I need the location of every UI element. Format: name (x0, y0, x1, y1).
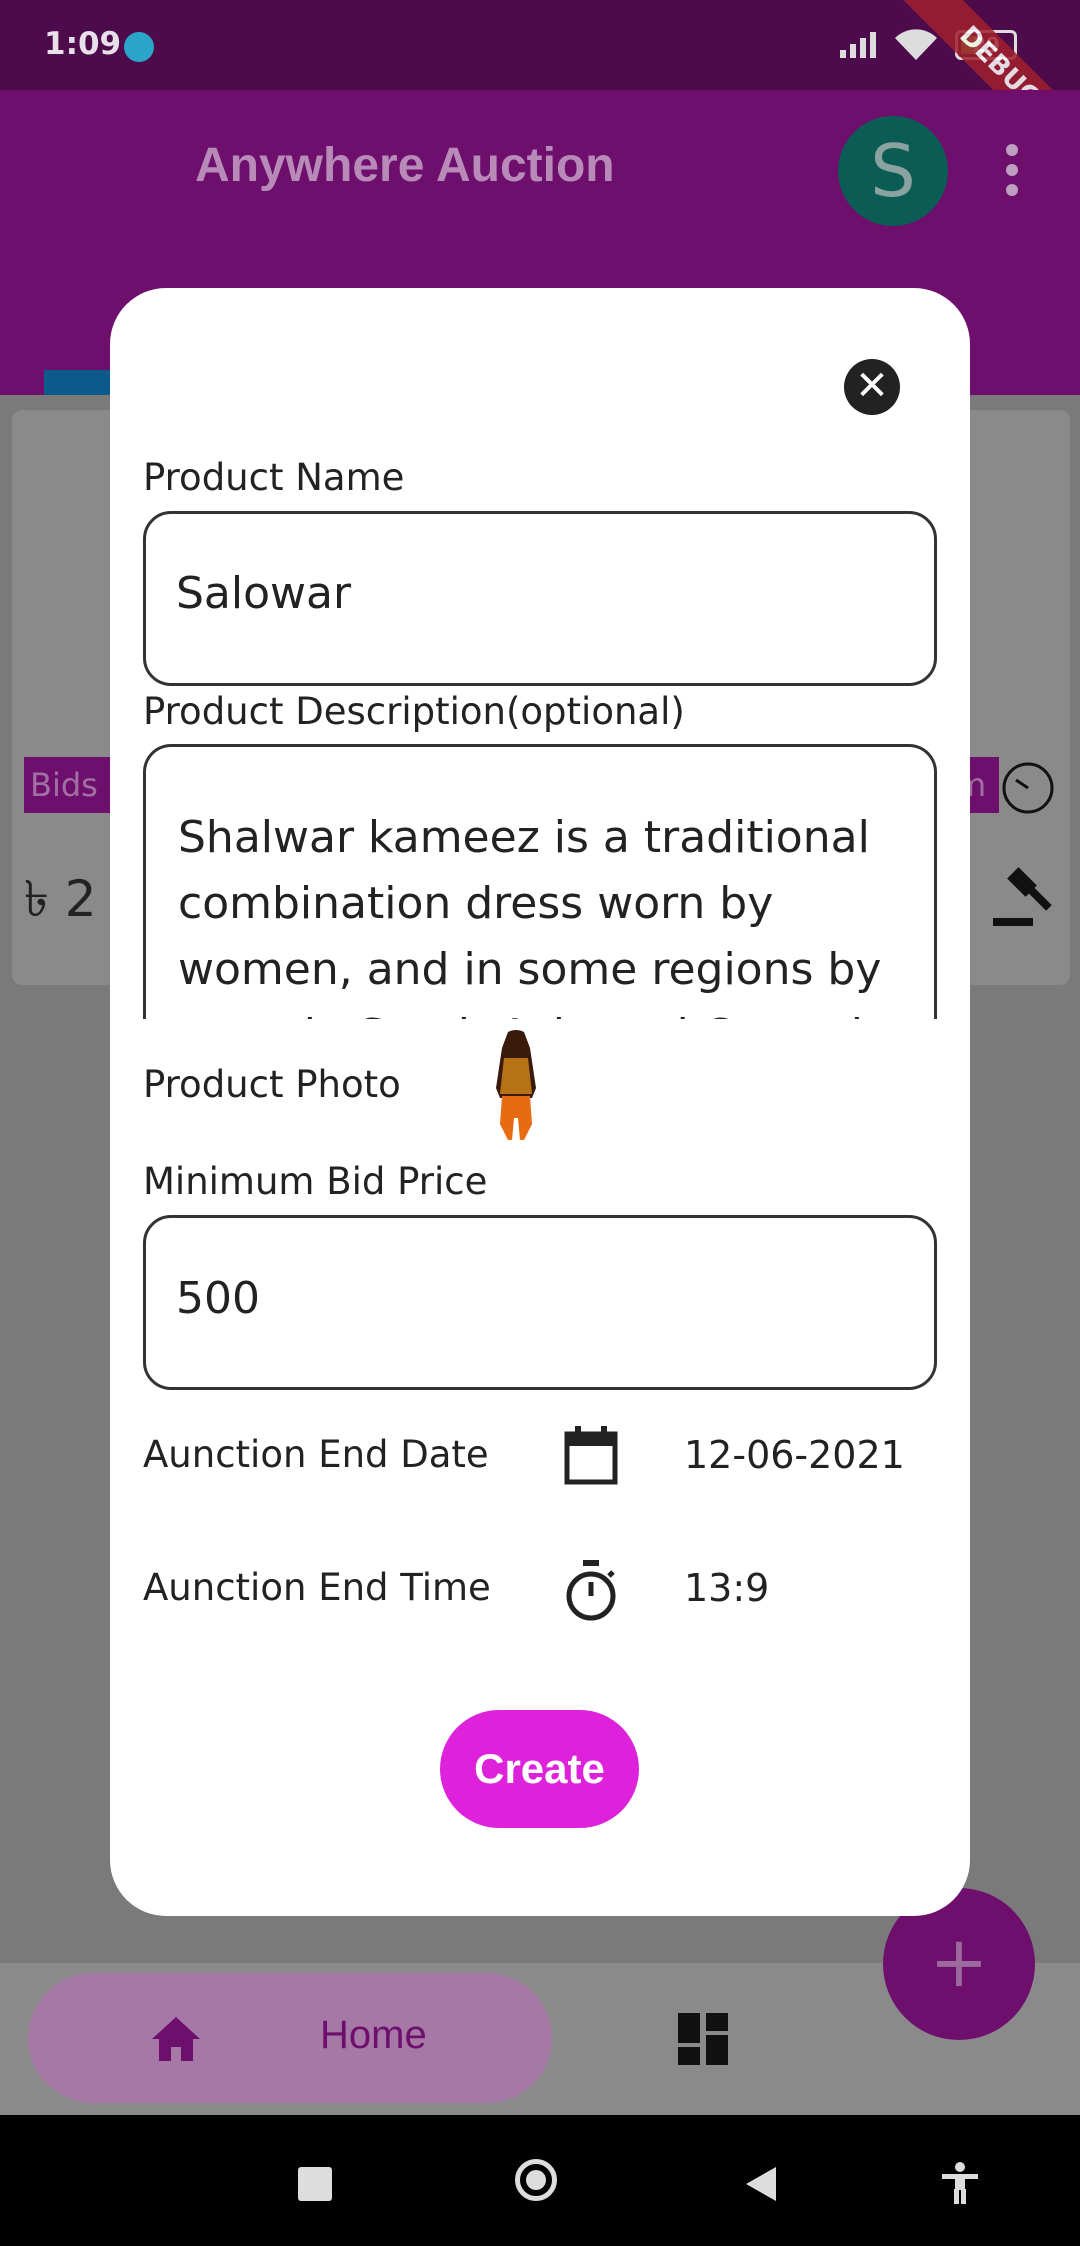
signal-icon (840, 32, 876, 58)
product-description-value: Shalwar kameez is a traditional combinat… (178, 812, 882, 1019)
home-icon (152, 2017, 200, 2061)
product-name-label: Product Name (143, 456, 405, 499)
end-date-label: Aunction End Date (143, 1433, 489, 1476)
accessibility-icon[interactable] (940, 2161, 980, 2205)
gavel-icon[interactable] (985, 860, 1057, 932)
product-photo[interactable] (486, 1028, 546, 1148)
wifi-icon (895, 29, 937, 60)
status-time: 1:09 (44, 26, 122, 62)
min-bid-value: 500 (176, 1273, 260, 1324)
avatar[interactable]: S (838, 116, 948, 226)
nav-home[interactable] (28, 1973, 552, 2103)
app-title: Anywhere Auction (195, 139, 615, 192)
min-bid-label: Minimum Bid Price (143, 1160, 488, 1203)
more-vert-icon[interactable] (1002, 140, 1022, 200)
product-photo-label: Product Photo (143, 1063, 401, 1106)
timer-icon[interactable] (563, 1560, 619, 1622)
nav-home-label: Home (320, 2013, 427, 2057)
end-time-value: 13:9 (684, 1566, 770, 1610)
calendar-icon[interactable] (563, 1426, 619, 1486)
create-button[interactable]: Create (440, 1710, 639, 1828)
product-name-value: Salowar (176, 568, 352, 619)
system-navigation-bar (0, 2115, 1080, 2246)
dashboard-icon[interactable] (678, 2013, 730, 2065)
recents-button[interactable] (298, 2167, 332, 2201)
home-system-button[interactable] (515, 2159, 557, 2201)
clock-icon (1002, 762, 1054, 814)
bids-chip: Bids : (24, 757, 120, 813)
price-text: ৳ 2 (24, 870, 97, 928)
product-description-field[interactable]: Shalwar kameez is a traditional combinat… (143, 744, 937, 1019)
end-time-label: Aunction End Time (143, 1566, 491, 1609)
tab-indicator (44, 370, 114, 395)
min-bid-field[interactable] (143, 1215, 937, 1390)
product-description-label: Product Description(optional) (143, 690, 685, 733)
back-button[interactable] (744, 2165, 778, 2203)
android-notification-icon (124, 32, 154, 62)
close-icon[interactable]: ✕ (844, 359, 900, 415)
end-date-value: 12-06-2021 (684, 1433, 905, 1477)
